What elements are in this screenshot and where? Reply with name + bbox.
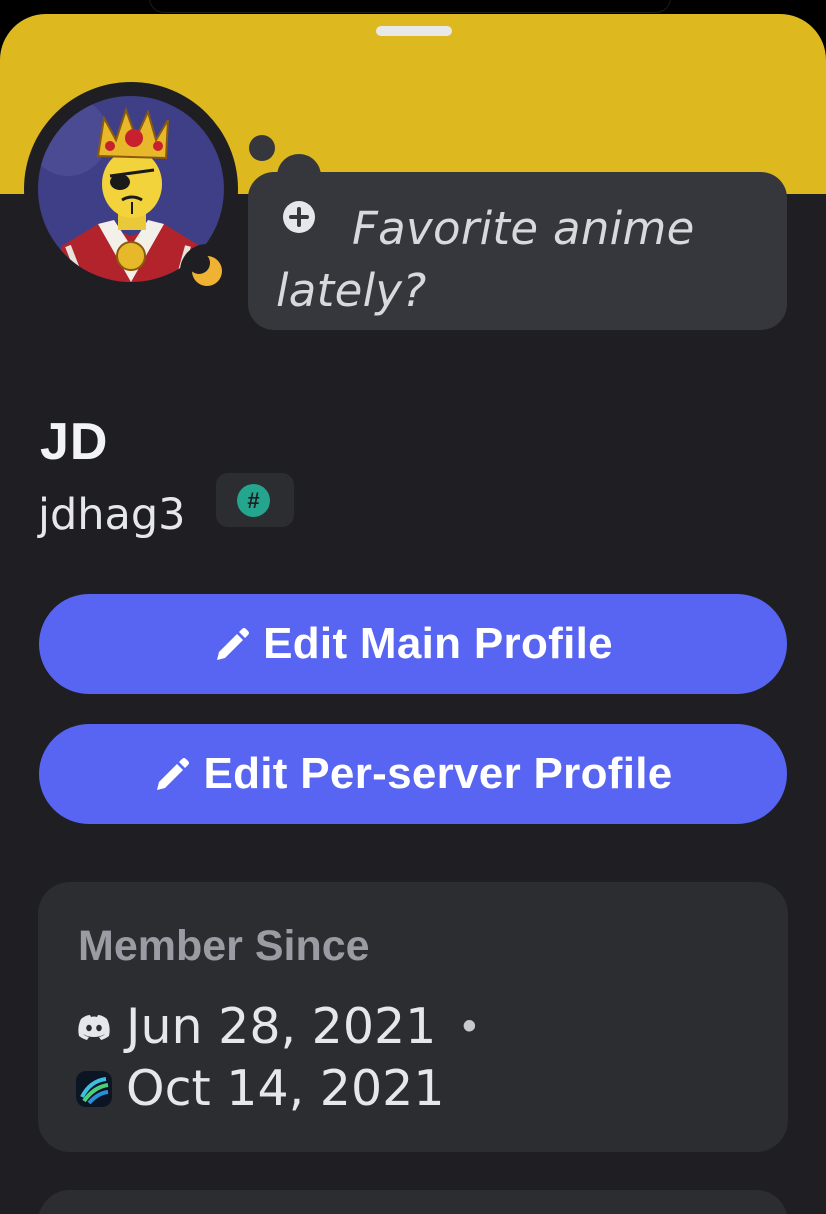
hashtag-badge[interactable]: # xyxy=(216,473,294,527)
discord-logo-icon xyxy=(78,1014,110,1040)
drag-handle[interactable] xyxy=(376,26,452,36)
idle-moon-icon xyxy=(191,255,222,286)
edit-per-server-profile-label: Edit Per-server Profile xyxy=(203,749,673,798)
next-card xyxy=(38,1190,788,1214)
profile-sheet: Favorite anime lately? JD jdhag3 # Edit … xyxy=(0,14,826,1214)
status-bubble-text: Favorite anime lately? xyxy=(276,202,695,317)
edit-main-profile-button[interactable]: Edit Main Profile xyxy=(39,594,787,694)
device-notch xyxy=(150,0,670,12)
date-separator: • xyxy=(462,1004,477,1048)
server-join-row: Oct 14, 2021 xyxy=(76,1060,445,1117)
server-join-date: Oct 14, 2021 xyxy=(126,1060,445,1117)
pencil-icon xyxy=(157,758,190,790)
username: jdhag3 xyxy=(38,490,186,540)
thought-dot-small xyxy=(249,135,275,161)
discord-join-date: Jun 28, 2021 xyxy=(126,998,437,1055)
member-since-title: Member Since xyxy=(78,922,370,970)
edit-main-profile-label: Edit Main Profile xyxy=(263,619,613,668)
display-name: JD xyxy=(40,413,109,471)
pencil-icon xyxy=(217,628,250,660)
hashtag-icon: # xyxy=(237,484,270,517)
discord-join-row: Jun 28, 2021 • xyxy=(76,998,476,1055)
server-logo-icon xyxy=(76,1070,112,1107)
member-since-card: Member Since Jun 28, 2021 • Oct 14, 2021 xyxy=(38,882,788,1152)
edit-per-server-profile-button[interactable]: Edit Per-server Profile xyxy=(39,724,787,824)
